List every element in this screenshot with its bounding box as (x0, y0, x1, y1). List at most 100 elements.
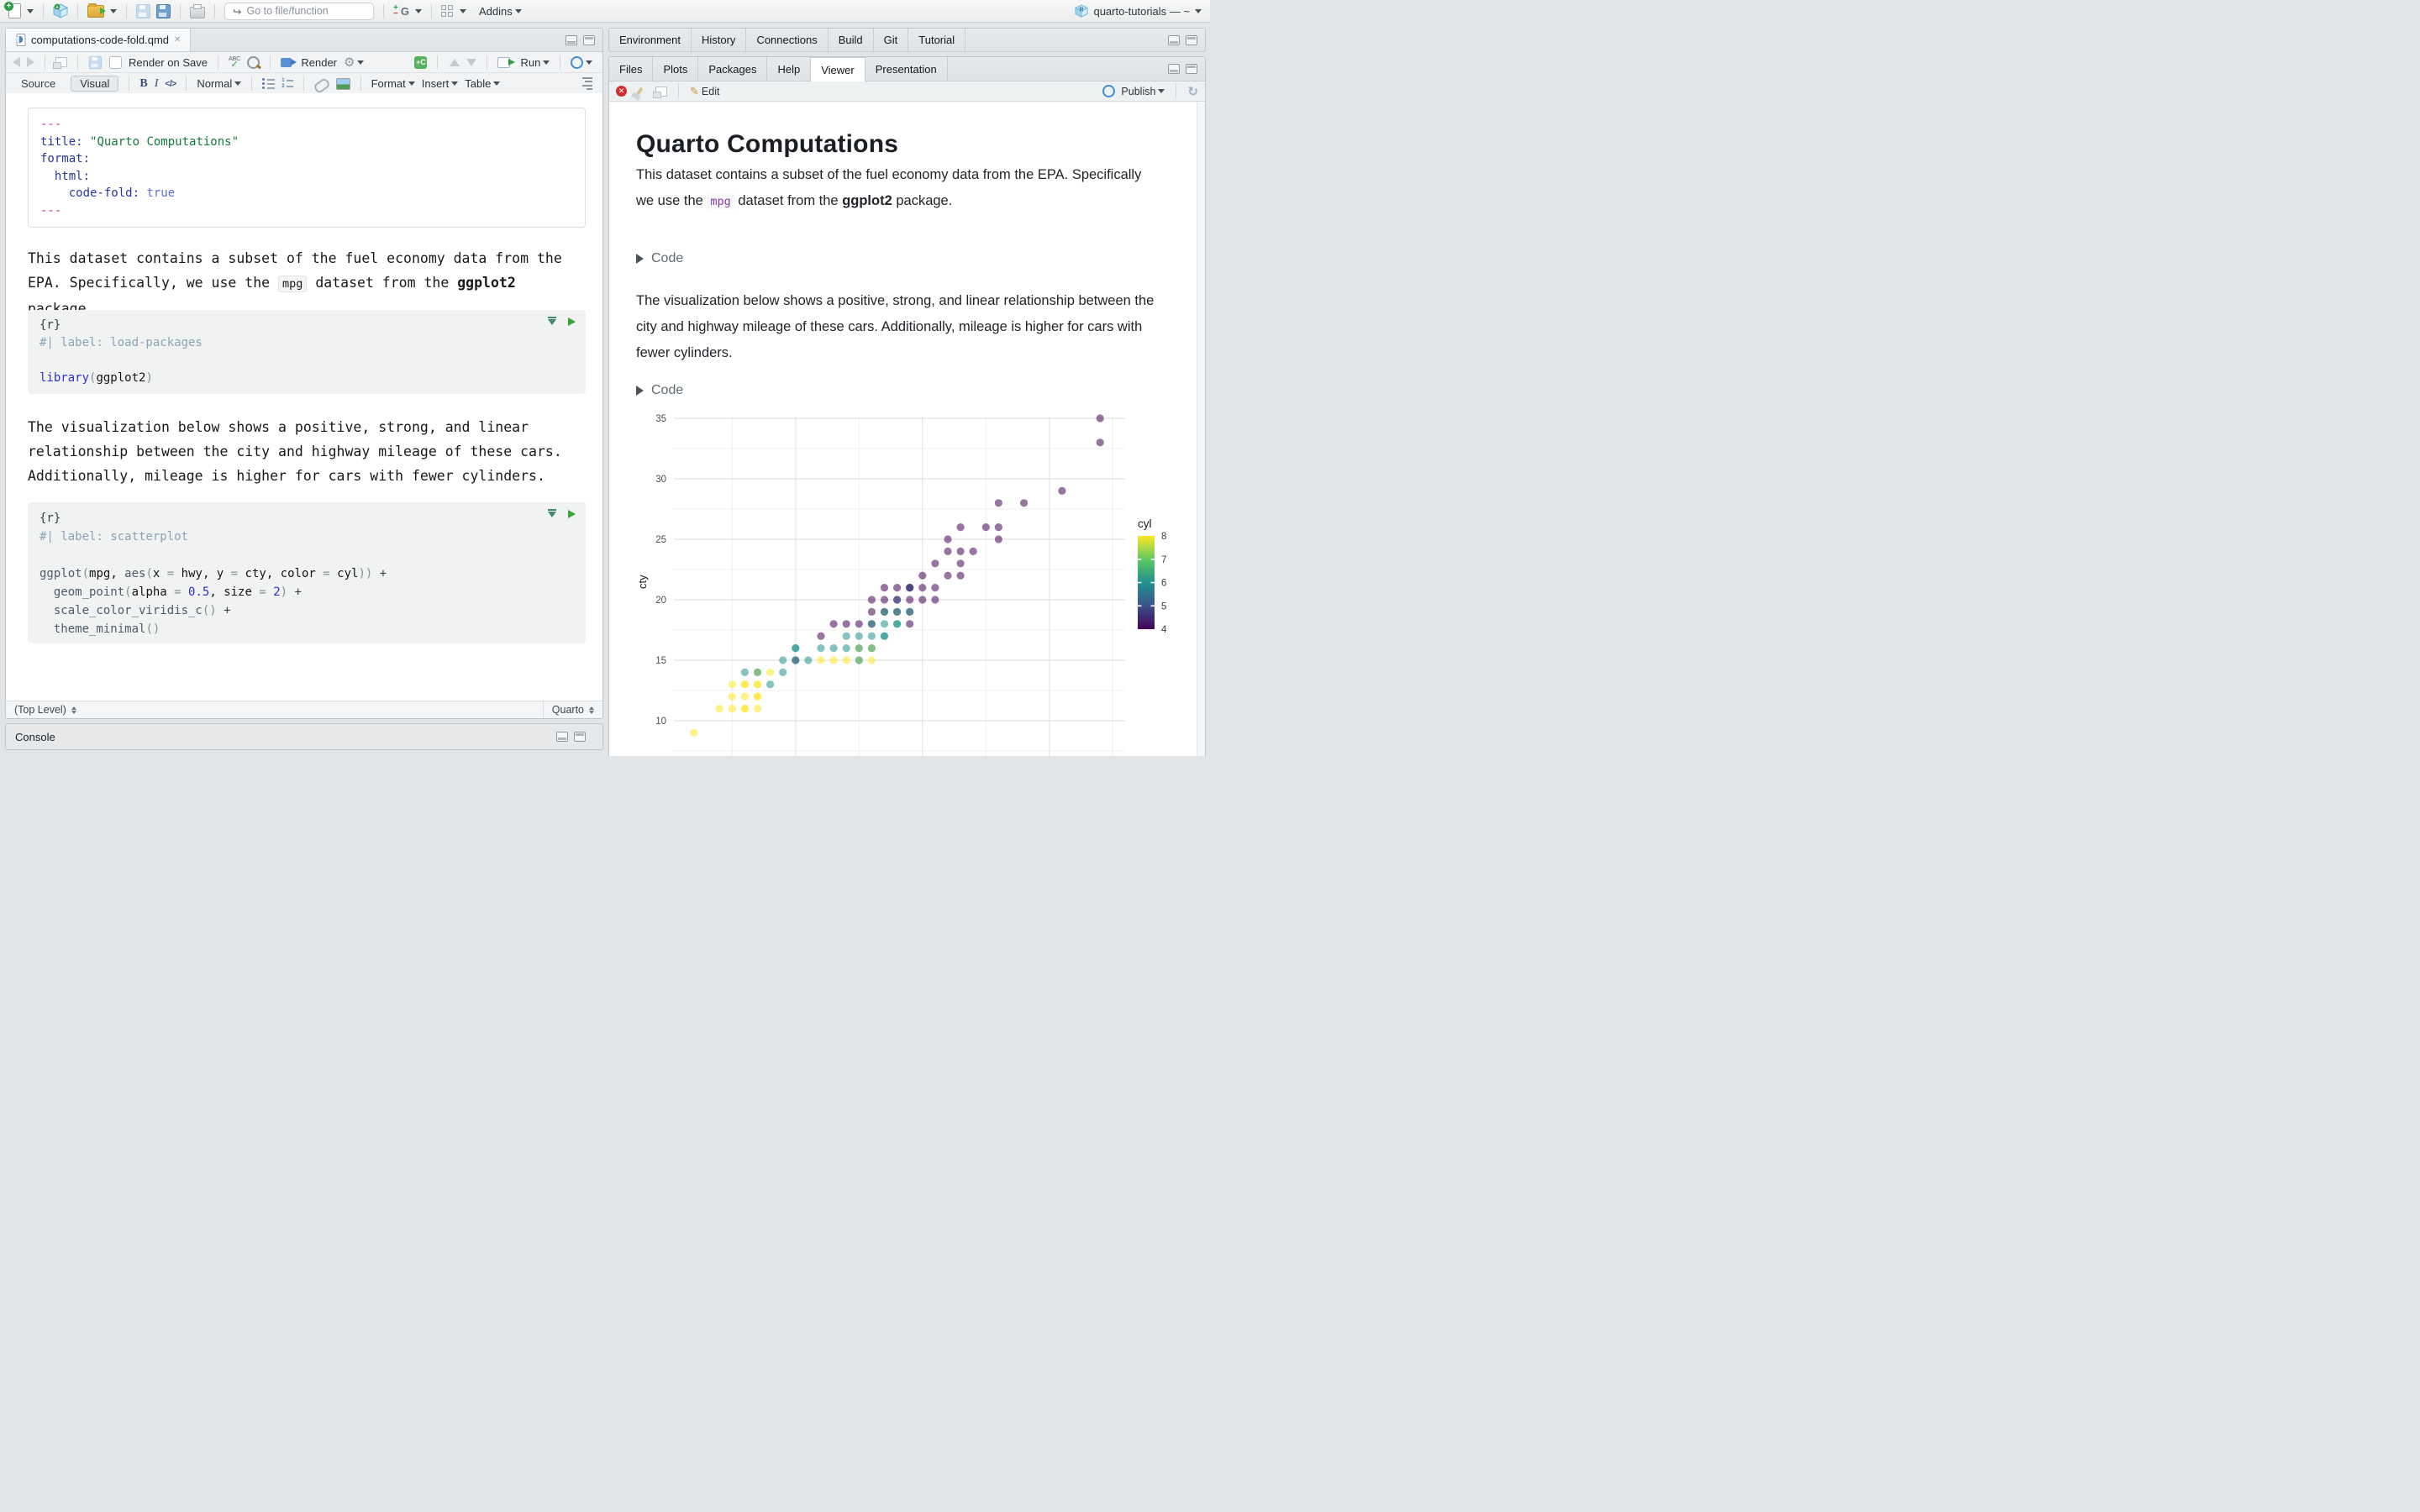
format-menu[interactable]: Format (371, 77, 415, 90)
editor-tab[interactable]: computations-code-fold.qmd ✕ (6, 29, 192, 51)
visual-mode-button[interactable]: Visual (71, 76, 119, 92)
refresh-icon[interactable]: ↻ (1187, 84, 1198, 99)
open-in-new-window-icon[interactable] (53, 57, 67, 69)
render-button[interactable]: Render (281, 56, 337, 69)
viewer-scrollbar[interactable] (1197, 102, 1205, 756)
table-menu[interactable]: Table (465, 77, 501, 90)
source-mode-button[interactable]: Source (13, 76, 64, 91)
tab-build[interactable]: Build (829, 29, 874, 51)
tab-files[interactable]: Files (609, 57, 654, 81)
outline-toggle-icon[interactable] (582, 76, 592, 91)
numbered-list-icon[interactable]: 12 (281, 78, 293, 89)
open-recent-dropdown[interactable] (110, 8, 117, 13)
version-control-button[interactable]: + − G (393, 4, 409, 18)
run-chunk-icon[interactable] (568, 510, 576, 518)
file-type-selector[interactable]: Quarto (542, 701, 602, 718)
code-fold-toggle-2[interactable]: Code (636, 383, 683, 398)
tab-history[interactable]: History (692, 29, 747, 51)
forward-icon[interactable] (27, 57, 34, 67)
save-button[interactable] (136, 3, 150, 18)
spellcheck-icon[interactable]: ABC ✓ (229, 56, 240, 70)
minimize-pane-icon[interactable] (566, 34, 577, 45)
tab-presentation[interactable]: Presentation (865, 57, 948, 81)
code-chunk-load-packages[interactable]: {r} #| label: load-packages library(ggplo… (28, 310, 586, 394)
insert-chunk-button[interactable]: +C (414, 55, 428, 69)
bold-button[interactable]: B (139, 77, 147, 91)
run-button[interactable]: Run (497, 56, 550, 69)
save-document-icon[interactable] (88, 55, 103, 69)
y-axis-label: cty (636, 575, 649, 589)
image-icon[interactable] (335, 77, 350, 90)
data-point (867, 644, 876, 653)
panes-dropdown[interactable] (459, 8, 466, 13)
data-point (817, 644, 825, 653)
data-point (842, 656, 850, 664)
version-control-dropdown[interactable] (414, 8, 422, 13)
data-point (1096, 438, 1104, 447)
maximize-pane-icon[interactable] (574, 732, 586, 742)
tab-packages[interactable]: Packages (698, 57, 768, 81)
maximize-pane-icon[interactable] (583, 34, 595, 45)
new-file-dropdown[interactable] (27, 8, 34, 13)
editor-paragraph-2[interactable]: The visualization below shows a positive… (28, 415, 579, 488)
data-point (779, 668, 787, 676)
code-line: {r} (39, 512, 61, 525)
edit-button[interactable]: ✎ Edit (690, 85, 719, 98)
code-chunk-scatterplot[interactable]: {r} #| label: scatterplot ggplot(mpg, aes… (28, 502, 586, 643)
back-icon[interactable] (13, 57, 20, 67)
workspace-panes-button[interactable] (440, 4, 454, 18)
data-point (829, 644, 838, 653)
code-fold-toggle-1[interactable]: Code (636, 251, 683, 266)
editor-visual-canvas[interactable]: --- title: "Quarto Computations" format: h… (6, 93, 602, 701)
print-button[interactable] (190, 3, 205, 18)
run-chunk-icon[interactable] (568, 318, 576, 326)
tab-help[interactable]: Help (767, 57, 812, 81)
project-menu[interactable]: R quarto-tutorials — ~ (1075, 4, 1202, 18)
code-format-button[interactable]: </> (165, 79, 176, 89)
minimize-pane-icon[interactable] (1168, 34, 1180, 45)
bullet-list-icon[interactable] (262, 78, 276, 89)
goto-file-function-input[interactable]: ↪ Go to file/function (224, 2, 374, 20)
outline-scope-selector[interactable]: (Top Level) (14, 704, 76, 716)
tab-plots[interactable]: Plots (653, 57, 699, 81)
tab-viewer[interactable]: Viewer (811, 57, 865, 81)
maximize-pane-icon[interactable] (1186, 34, 1197, 45)
yaml-front-matter-block[interactable]: --- title: "Quarto Computations" format: h… (28, 108, 586, 228)
save-all-button[interactable] (156, 3, 171, 18)
environment-tabstrip: Environment History Connections Build Git Tut… (609, 29, 1205, 52)
code-line: --- (40, 203, 62, 218)
data-point (906, 584, 914, 592)
link-icon[interactable] (312, 76, 331, 94)
data-point (829, 656, 838, 664)
addins-button[interactable]: Addins (479, 5, 522, 18)
italic-button[interactable]: I (155, 77, 159, 91)
render-on-save-checkbox[interactable] (109, 55, 122, 69)
run-all-chunks-above-icon[interactable] (548, 316, 556, 325)
clear-viewer-icon[interactable] (635, 87, 644, 96)
publish-button[interactable]: Publish (1102, 85, 1165, 97)
open-file-button[interactable] (87, 3, 106, 18)
tab-close-icon[interactable]: ✕ (174, 35, 181, 45)
files-tabstrip: Files Plots Packages Help Viewer Presentation (609, 57, 1205, 81)
maximize-pane-icon[interactable] (1186, 64, 1197, 74)
source-publish-button[interactable] (571, 55, 593, 69)
data-point (1096, 414, 1104, 423)
tab-git[interactable]: Git (874, 29, 909, 51)
show-in-new-window-icon[interactable] (653, 86, 667, 98)
run-previous-chunks-icon[interactable] (450, 58, 460, 66)
run-all-chunks-above-icon[interactable] (548, 508, 556, 517)
stop-icon[interactable]: ✕ (616, 86, 627, 97)
new-project-button[interactable]: + (53, 3, 68, 18)
tab-tutorial[interactable]: Tutorial (908, 29, 966, 51)
code-line: title: "Quarto Computations" (40, 134, 239, 149)
paragraph-style-dropdown[interactable]: Normal (197, 77, 242, 90)
find-replace-icon[interactable] (247, 55, 260, 69)
tab-connections[interactable]: Connections (746, 29, 829, 51)
tab-environment[interactable]: Environment (609, 29, 692, 51)
render-settings-button[interactable]: ⚙ (344, 56, 365, 69)
minimize-pane-icon[interactable] (556, 732, 568, 742)
run-next-chunk-icon[interactable] (466, 58, 477, 66)
insert-menu[interactable]: Insert (422, 77, 459, 90)
new-file-button[interactable]: + (4, 2, 21, 18)
minimize-pane-icon[interactable] (1168, 64, 1180, 74)
